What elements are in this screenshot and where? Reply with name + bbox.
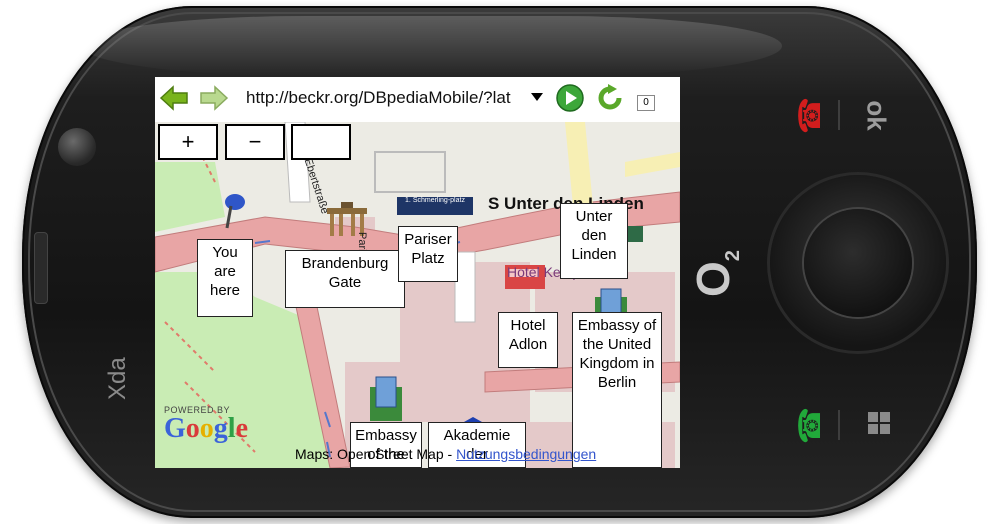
refresh-icon[interactable]: [595, 83, 625, 113]
call-icon[interactable]: ☎: [793, 407, 828, 444]
key-divider: [838, 100, 840, 130]
terms-link[interactable]: Nutzungsbedingungen: [456, 446, 596, 462]
map-attribution: Maps: Open Street Map - Nutzungsbedingun…: [295, 446, 596, 462]
carrier-logo-sub: 2: [722, 250, 745, 262]
browser-toolbar: http://beckr.org/DBpediaMobile/?lat 0: [155, 77, 680, 122]
side-button[interactable]: [34, 232, 48, 304]
street-sign-schmerling: 1. Schmerling-platz: [397, 197, 473, 215]
forward-arrow-icon[interactable]: [199, 83, 229, 113]
poi-label-brandenburg-gate[interactable]: Brandenburg Gate: [285, 250, 405, 308]
key-divider: [838, 410, 840, 440]
address-dropdown-icon[interactable]: [531, 93, 543, 101]
phone-screen: S Unter den Linden Pariser Pl Ebertstraß…: [155, 77, 680, 468]
map-control-button[interactable]: [291, 124, 351, 160]
dpad-center-button[interactable]: [804, 209, 912, 317]
windows-key-icon[interactable]: [868, 412, 890, 434]
navigation-dpad[interactable]: [770, 175, 946, 351]
brand-label: Xda: [104, 357, 131, 400]
google-wordmark: Google: [164, 413, 248, 444]
address-bar[interactable]: http://beckr.org/DBpediaMobile/?lat: [243, 83, 553, 113]
poi-label-embassy-uk[interactable]: Embassy of the United Kingdom in Berlin: [572, 312, 662, 468]
phone-shine: [82, 16, 782, 76]
poi-label-hotel-adlon[interactable]: Hotel Adlon: [498, 312, 558, 368]
camera-lens-icon: [58, 128, 96, 166]
carrier-logo-letter: O: [686, 261, 739, 298]
back-arrow-icon[interactable]: [159, 83, 189, 113]
go-button-icon[interactable]: [555, 83, 585, 113]
ok-key[interactable]: ok: [861, 100, 892, 130]
zoom-out-button[interactable]: −: [225, 124, 285, 160]
poi-label-pariser-platz[interactable]: Pariser Platz: [398, 226, 458, 282]
google-logo: POWERED BY Google: [164, 405, 248, 443]
poi-label-unter-den-linden[interactable]: Unter den Linden: [560, 203, 628, 279]
poi-label-you-are-here[interactable]: You are here: [197, 239, 253, 317]
map-attribution-text: Maps: Open Street Map -: [295, 446, 457, 462]
zoom-in-button[interactable]: +: [158, 124, 218, 160]
tab-count-badge[interactable]: 0: [637, 95, 655, 111]
carrier-logo: O2: [686, 250, 745, 297]
end-call-icon[interactable]: ☎: [793, 97, 828, 134]
